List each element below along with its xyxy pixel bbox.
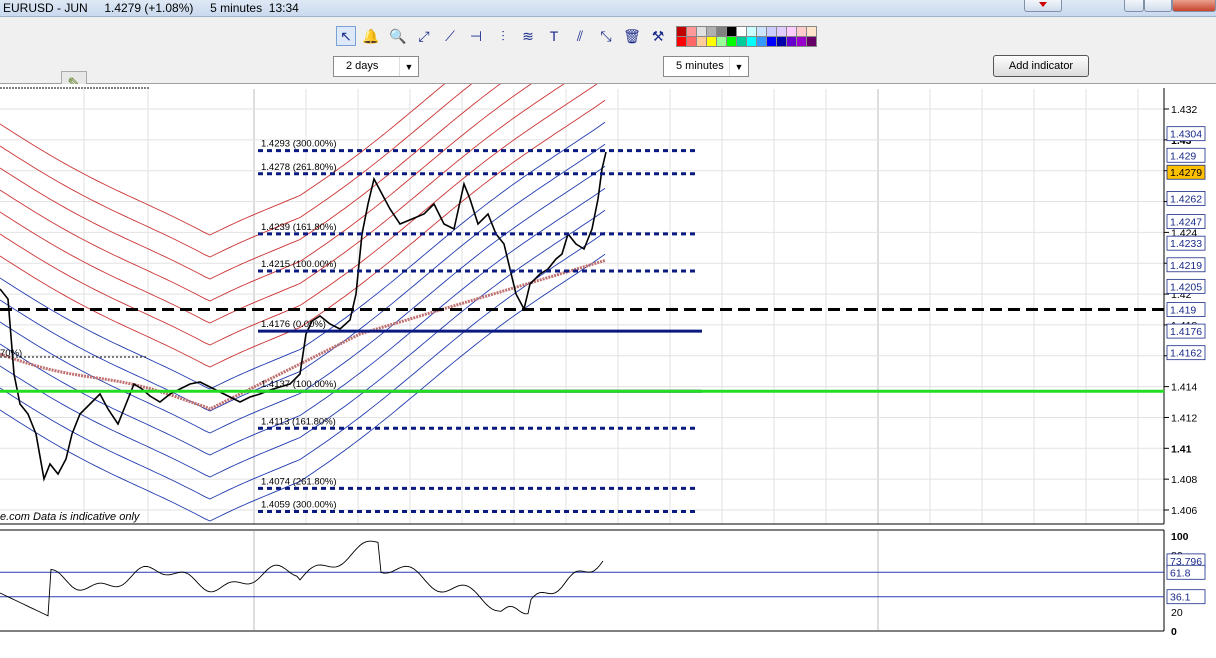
window-title: EURUSD - JUN 1.4279 (+1.08%) 5 minutes 1… <box>3 1 299 15</box>
horizontal-line-icon[interactable]: ⊣ <box>466 26 486 46</box>
trash-icon[interactable]: 🗑 <box>622 26 642 46</box>
price-tag-label: 1.4219 <box>1170 260 1202 272</box>
window-titlebar: EURUSD - JUN 1.4279 (+1.08%) 5 minutes 1… <box>0 0 1216 17</box>
fib-level-label: 1.4113 (161.80%) <box>261 416 336 427</box>
tools-icon[interactable]: ⚒ <box>648 26 668 46</box>
fibonacci-icon[interactable]: ≋ <box>518 26 538 46</box>
oscillator-axis-label: 0 <box>1171 626 1177 638</box>
interval-value: 5 minutes <box>676 60 724 72</box>
minimize-button[interactable] <box>1124 0 1144 12</box>
channel-icon[interactable]: ⫽ <box>570 26 590 46</box>
ray-line-icon[interactable]: ⟋ <box>440 26 460 46</box>
vertical-line-icon[interactable]: ⫶ <box>493 26 513 46</box>
fib-level-label: 1.4059 (300.00%) <box>261 500 337 511</box>
oscillator-tag-label: 61.8 <box>1170 567 1191 579</box>
price-tag-label: 1.429 <box>1170 150 1196 162</box>
chevron-down-icon: ▼ <box>399 57 418 76</box>
price-tag-label: 1.4162 <box>1170 348 1202 360</box>
period-value: 2 days <box>346 60 379 72</box>
price-tag-label: 1.4262 <box>1170 193 1202 205</box>
price-tag-label: 1.419 <box>1170 305 1196 317</box>
trendline-icon[interactable]: ⤢ <box>414 26 434 46</box>
fib-level-label: 1.4215 (100.00%) <box>261 259 337 270</box>
resize-icon[interactable]: ⤡ <box>596 26 616 46</box>
price-axis-label: 1.412 <box>1171 412 1197 424</box>
price-axis-label: 1.41 <box>1171 443 1192 455</box>
price-tag-label: 1.4247 <box>1170 217 1202 229</box>
price-axis-label: 1.414 <box>1171 382 1197 394</box>
price-tag-label: 1.4279 <box>1170 167 1202 179</box>
text-tool-icon[interactable]: T <box>544 26 564 46</box>
price-axis-label: 1.432 <box>1171 104 1197 116</box>
oscillator-tag-label: 36.1 <box>1170 592 1191 604</box>
fib-level-label: 1.4293 (300.00%) <box>261 139 337 150</box>
chevron-down-icon: ▼ <box>729 57 748 76</box>
oscillator-axis-label: 20 <box>1171 607 1183 619</box>
close-button[interactable] <box>1172 0 1216 12</box>
oscillator-axis-label: 100 <box>1171 531 1189 543</box>
zoom-icon[interactable]: 🔍 <box>388 26 408 46</box>
price-axis-label: 1.408 <box>1171 474 1197 486</box>
price-tag-label: 1.4205 <box>1170 281 1202 293</box>
add-indicator-button[interactable]: Add indicator <box>993 55 1089 77</box>
fib-level-label: 1.4137 (100.00%) <box>261 379 337 390</box>
fib-level-label: 1.4074 (261.80%) <box>261 476 337 487</box>
period-dropdown[interactable]: 2 days ▼ <box>333 56 419 77</box>
chevron-down-icon <box>1039 2 1047 7</box>
window-extra-button[interactable] <box>1024 0 1062 12</box>
fib-level-label: 1.4176 (0.00%) <box>261 319 326 330</box>
maximize-button[interactable] <box>1144 0 1172 12</box>
interval-dropdown[interactable]: 5 minutes ▼ <box>663 56 749 77</box>
fib-level-label: 1.4239 (161.80%) <box>261 222 337 233</box>
chart-toolbar: ↖🔔🔍⤢⟋⊣⫶≋T⫽⤡🗑⚒ ✎ 2 days ▼ 5 minutes ▼ Add… <box>0 17 1216 97</box>
alarm-bell-icon[interactable]: 🔔 <box>361 26 381 46</box>
data-disclaimer: e.com Data is indicative only <box>0 511 141 523</box>
price-tag-label: 1.4304 <box>1170 129 1202 141</box>
color-swatch-bottom-14[interactable] <box>806 36 817 47</box>
price-tag-label: 1.4176 <box>1170 326 1202 338</box>
price-tag-label: 1.4233 <box>1170 238 1202 250</box>
price-chart[interactable]: 1.4293 (300.00%) 1.4278 (261.80%) 1.4239 (… <box>0 84 1216 658</box>
fib-level-label: 1.4278 (261.80%) <box>261 162 337 173</box>
fib-level-label-left: 70%) <box>0 348 22 359</box>
select-arrow-icon[interactable]: ↖ <box>336 26 356 46</box>
price-axis-label: 1.406 <box>1171 505 1197 517</box>
